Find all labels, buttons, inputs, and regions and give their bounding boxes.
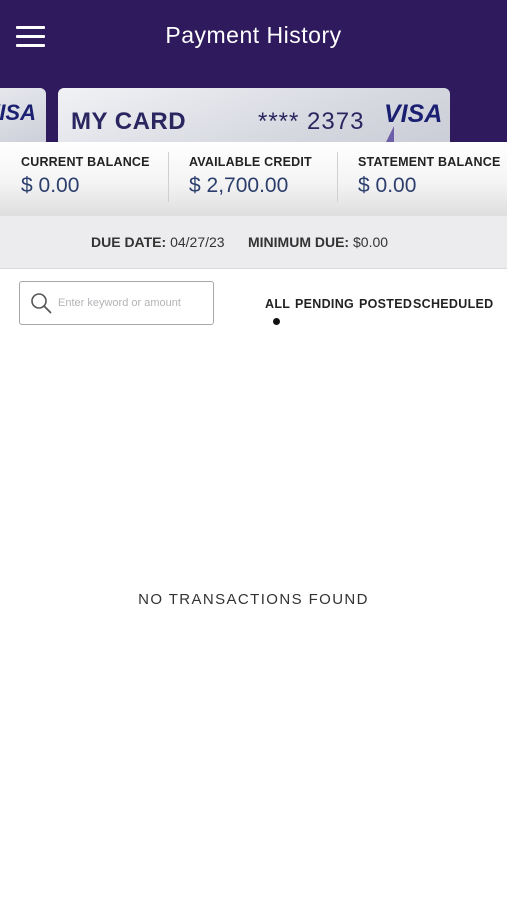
card-number: **** 2373 bbox=[258, 108, 365, 135]
tab-scheduled[interactable]: SCHEDULED bbox=[413, 297, 493, 311]
due-date: DUE DATE: 04/27/23 bbox=[91, 234, 225, 250]
search-input[interactable] bbox=[56, 290, 210, 316]
selected-tab-indicator bbox=[273, 318, 280, 325]
current-balance: CURRENT BALANCE $ 0.00 bbox=[0, 142, 168, 216]
tab-all[interactable]: ALL bbox=[265, 297, 290, 311]
current-balance-value: $ 0.00 bbox=[21, 174, 80, 197]
page-title: Payment History bbox=[165, 22, 342, 48]
tab-posted[interactable]: POSTED bbox=[359, 297, 412, 311]
due-date-label: DUE DATE: bbox=[91, 234, 167, 250]
statement-balance: STATEMENT BALANCE $ 0.00 bbox=[338, 142, 507, 216]
search-box[interactable] bbox=[19, 281, 214, 325]
minimum-due: MINIMUM DUE: $0.00 bbox=[248, 234, 388, 250]
current-balance-label: CURRENT BALANCE bbox=[21, 155, 150, 169]
divider bbox=[168, 152, 169, 202]
due-info-bar: DUE DATE: 04/27/23 MINIMUM DUE: $0.00 bbox=[0, 216, 507, 269]
card-name: MY CARD bbox=[71, 108, 187, 135]
divider bbox=[337, 152, 338, 202]
empty-state-message: NO TRANSACTIONS FOUND bbox=[138, 591, 369, 608]
statement-balance-label: STATEMENT BALANCE bbox=[358, 155, 501, 169]
minimum-due-label: MINIMUM DUE: bbox=[248, 234, 350, 250]
available-credit-value: $ 2,700.00 bbox=[189, 174, 289, 197]
minimum-due-value: $0.00 bbox=[353, 234, 389, 250]
visa-logo-icon: VISA bbox=[0, 100, 36, 125]
tab-pending[interactable]: PENDING bbox=[295, 297, 354, 311]
available-credit: AVAILABLE CREDIT $ 2,700.00 bbox=[169, 142, 337, 216]
balance-summary: CURRENT BALANCE $ 0.00 AVAILABLE CREDIT … bbox=[0, 142, 507, 216]
statement-balance-value: $ 0.00 bbox=[358, 174, 417, 197]
app-header: Payment History VISA MY CARD **** 2373 V… bbox=[0, 0, 507, 154]
visa-logo-icon: VISA bbox=[384, 100, 443, 128]
available-credit-label: AVAILABLE CREDIT bbox=[189, 155, 312, 169]
search-icon bbox=[31, 293, 52, 314]
due-date-value: 04/27/23 bbox=[170, 234, 225, 250]
